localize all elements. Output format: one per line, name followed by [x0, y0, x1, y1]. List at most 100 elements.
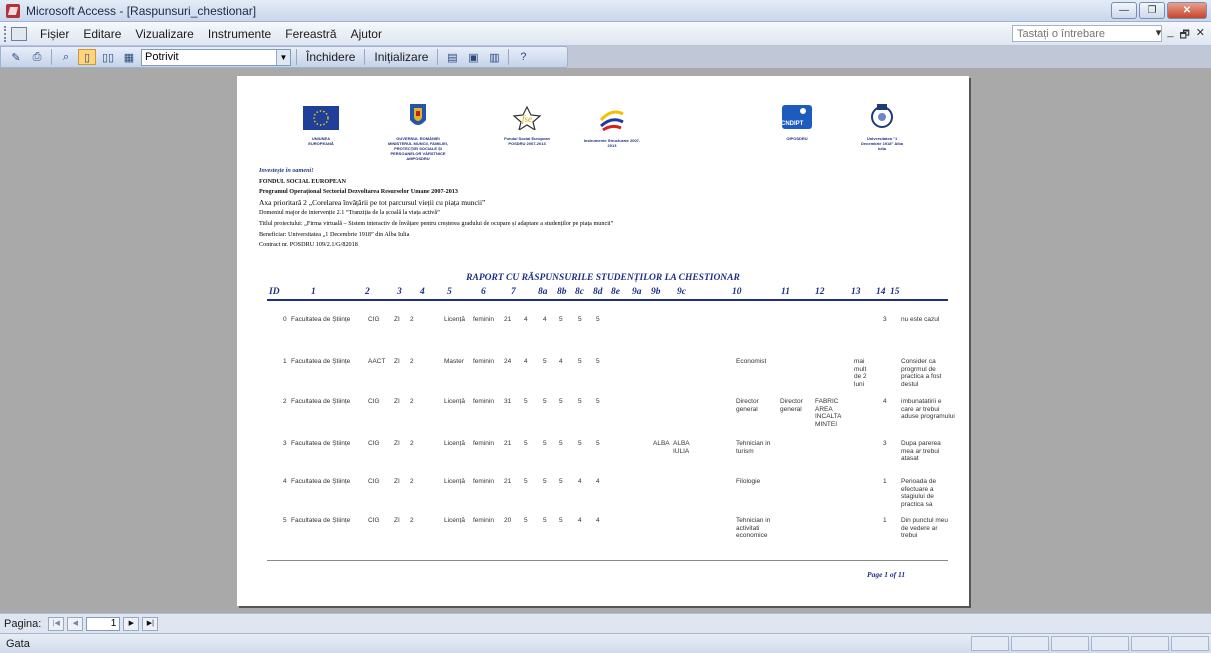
print-preview-toolbar: ✎ ⎙ ⌕ ▯ ▯▯ ▦ Potrivit ▼ Închidere Iniția… [0, 46, 568, 68]
one-page-icon[interactable]: ▯ [78, 49, 96, 65]
access-app-icon[interactable] [6, 3, 20, 18]
zoom-select[interactable]: Potrivit ▼ [141, 48, 291, 66]
row-5-cell-c10: Tehnician in activitati economice [736, 517, 771, 539]
minimize-button[interactable]: — [1111, 2, 1137, 19]
row-3-cell-id: 3 [283, 440, 287, 447]
status-pane [1131, 636, 1169, 651]
column-header-9a: 9a [632, 287, 642, 297]
restore-button[interactable]: ❐ [1139, 2, 1165, 19]
preview-workspace[interactable]: UNIUNEA EUROPEANĂ GUVERNUL ROMÂNIEI MINI… [0, 68, 1211, 613]
row-1-cell-c15: Consider ca progrmul de practica a fost … [901, 358, 942, 388]
page-number: Page 1 of 11 [867, 570, 906, 579]
row-3-cell-c8c: 5 [559, 440, 563, 447]
page-number-input[interactable]: 1 [86, 616, 121, 631]
close-preview-button[interactable]: Închidere [302, 50, 359, 64]
fse-star-icon: fse [512, 105, 542, 132]
row-1-cell-c8d: 5 [578, 358, 582, 365]
row-1-cell-c10: Economist [736, 358, 767, 365]
header-rule [267, 299, 948, 301]
menu-tools[interactable]: Instrumente [201, 27, 278, 41]
row-3-cell-c2: CIG [368, 440, 380, 447]
last-page-button[interactable]: ▶| [142, 616, 159, 631]
help-icon[interactable]: ? [514, 49, 532, 65]
print-icon[interactable]: ⎙ [28, 49, 46, 65]
row-0-cell-c3: ZI [394, 316, 400, 323]
menu-view[interactable]: Vizualizare [128, 27, 200, 41]
two-pages-icon[interactable]: ▯▯ [99, 49, 117, 65]
new-object-icon[interactable]: ▥ [485, 49, 503, 65]
doc-restore-button[interactable]: 🗗 [1179, 26, 1189, 45]
row-2-cell-c5: Licență [444, 398, 465, 405]
document-icon[interactable] [11, 26, 27, 41]
row-5-cell-c7: 20 [504, 517, 512, 524]
row-5-cell-c8a: 5 [524, 517, 528, 524]
previous-page-button[interactable]: ◀ [67, 616, 84, 631]
row-2-cell-c4: 2 [410, 398, 414, 405]
row-2-cell-c8c: 5 [559, 398, 563, 405]
row-3-cell-c8a: 5 [524, 440, 528, 447]
column-header-4: 4 [420, 287, 425, 297]
row-5-cell-c2: CIG [368, 517, 380, 524]
office-links-icon[interactable]: ▤ [443, 49, 461, 65]
menu-file[interactable]: Fișier [33, 27, 76, 41]
structural-instruments-logo: Instrumente Structurale 2007-2013 [582, 106, 642, 148]
first-page-button[interactable]: |◀ [48, 616, 65, 631]
row-1-cell-c6: feminin [473, 358, 494, 365]
row-0-cell-id: 0 [283, 316, 287, 323]
row-0-cell-c8d: 5 [578, 316, 582, 323]
row-1-cell-c5: Master [444, 358, 464, 365]
row-4-cell-c8a: 5 [524, 478, 528, 485]
row-2-cell-c6: feminin [473, 398, 494, 405]
menu-window[interactable]: Fereastră [278, 27, 343, 41]
window-controls: — ❐ ✕ [1111, 2, 1207, 19]
row-3-cell-c8e: 5 [596, 440, 600, 447]
page-setup-button[interactable]: Inițializare [370, 50, 432, 64]
row-0-cell-c15: nu este cazul [901, 316, 940, 323]
close-button[interactable]: ✕ [1167, 2, 1207, 19]
row-4-cell-c8b: 5 [543, 478, 547, 485]
row-0-cell-c1: Facultatea de Științe [291, 316, 351, 323]
chevron-down-icon[interactable]: ▼ [276, 49, 290, 65]
row-5-cell-c6: feminin [473, 517, 494, 524]
row-1-cell-c4: 2 [410, 358, 414, 365]
next-page-button[interactable]: ▶ [123, 616, 140, 631]
gov-logo: GUVERNUL ROMÂNIEI MINISTERUL MUNCII, FAM… [387, 102, 449, 161]
row-0-cell-c5: Licență [444, 316, 465, 323]
menu-bar: Fișier Editare Vizualizare Instrumente F… [0, 22, 1211, 46]
doc-minimize-button[interactable]: _ [1167, 26, 1173, 45]
view-design-icon[interactable]: ✎ [7, 49, 25, 65]
row-3-cell-c8b: 5 [543, 440, 547, 447]
row-0-cell-c8c: 5 [559, 316, 563, 323]
logo-caption: UNIUNEA EUROPEANĂ [308, 136, 334, 146]
row-3-cell-c9a: ALBA [653, 440, 670, 447]
ask-question-input[interactable] [1012, 25, 1162, 42]
row-2-cell-c7: 31 [504, 398, 512, 405]
row-3-cell-c8d: 5 [578, 440, 582, 447]
header-line: FONDUL SOCIAL EUROPEAN [259, 177, 346, 185]
row-4-cell-id: 4 [283, 478, 287, 485]
logo-caption: Universitatea "1 Decembrie 1918" Alba Iu… [861, 136, 903, 151]
database-window-icon[interactable]: ▣ [464, 49, 482, 65]
row-3-cell-c6: feminin [473, 440, 494, 447]
zoom-value: Potrivit [145, 50, 179, 63]
eu-logo: UNIUNEA EUROPEANĂ [299, 106, 343, 146]
column-header-8d: 8d [593, 287, 603, 297]
row-3-cell-c15: Dupa parerea mea ar trebui atasat [901, 440, 941, 462]
multiple-pages-icon[interactable]: ▦ [120, 49, 138, 65]
column-header-14: 14 [876, 287, 886, 297]
menu-edit[interactable]: Editare [76, 27, 128, 41]
row-2-cell-c11: Director general [780, 398, 803, 413]
row-4-cell-c6: feminin [473, 478, 494, 485]
menu-grip[interactable] [4, 25, 7, 42]
column-header-8a: 8a [538, 287, 548, 297]
row-4-cell-c7: 21 [504, 478, 512, 485]
ask-dropdown-icon[interactable]: ▾ [1156, 26, 1162, 45]
toolbar-separator [437, 49, 439, 65]
zoom-icon[interactable]: ⌕ [57, 49, 75, 65]
doc-close-button[interactable]: ✕ [1196, 26, 1205, 45]
menu-help[interactable]: Ajutor [344, 27, 389, 41]
status-panes [971, 636, 1209, 651]
row-2-cell-id: 2 [283, 398, 287, 405]
row-0-cell-c8e: 5 [596, 316, 600, 323]
row-3-cell-c5: Licență [444, 440, 465, 447]
